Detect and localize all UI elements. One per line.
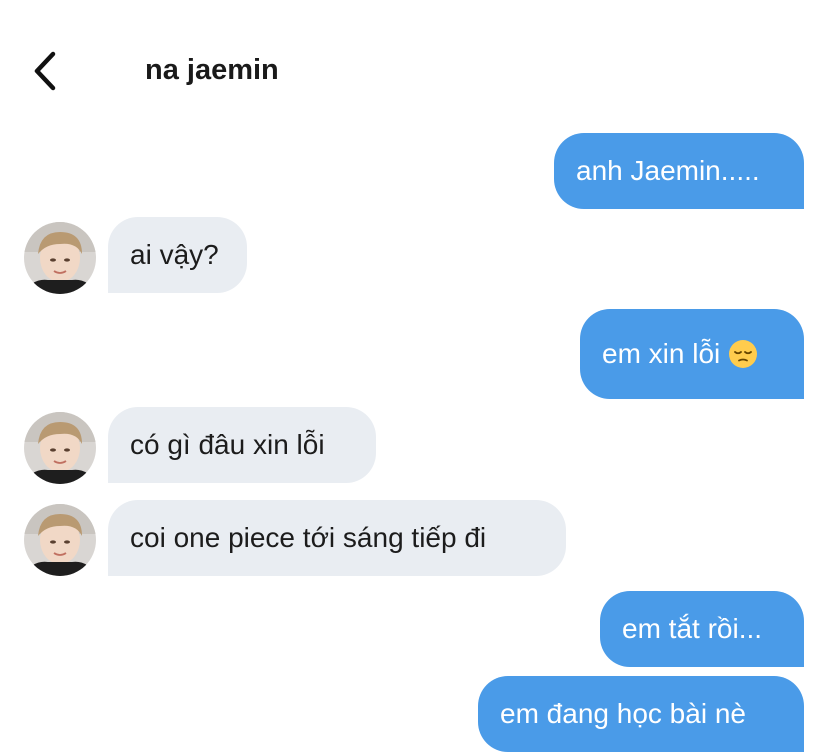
avatar[interactable] (24, 222, 96, 294)
conversation-title: na jaemin (145, 54, 279, 86)
avatar-photo (24, 504, 96, 576)
message-text: anh Jaemin..... (576, 155, 760, 186)
message-text: coi one piece tới sáng tiếp đi (130, 522, 487, 553)
message-bubble-received[interactable]: coi one piece tới sáng tiếp đi (108, 500, 566, 576)
avatar[interactable] (24, 412, 96, 484)
message-text: em tắt rồi... (622, 613, 763, 644)
message-bubble-sent[interactable]: em đang học bài nè (478, 676, 804, 752)
message-text: ai vậy? (130, 239, 219, 270)
avatar[interactable] (24, 504, 96, 576)
message-text: có gì đâu xin lỗi (130, 429, 325, 460)
message-bubble-sent[interactable]: em xin lỗi (580, 309, 804, 399)
message-text: em đang học bài nè (500, 698, 746, 729)
avatar-photo (24, 222, 96, 294)
avatar-photo (24, 412, 96, 484)
message-text: em xin lỗi (602, 338, 721, 369)
chat-header: na jaemin (0, 0, 827, 130)
message-bubble-sent[interactable]: em tắt rồi... (600, 591, 804, 667)
message-bubble-received[interactable]: ai vậy? (108, 217, 247, 293)
back-button[interactable] (22, 46, 68, 96)
chevron-left-icon (34, 51, 56, 91)
pensive-face-icon (729, 340, 758, 368)
message-bubble-received[interactable]: có gì đâu xin lỗi (108, 407, 376, 483)
message-bubble-sent[interactable]: anh Jaemin..... (554, 133, 804, 209)
